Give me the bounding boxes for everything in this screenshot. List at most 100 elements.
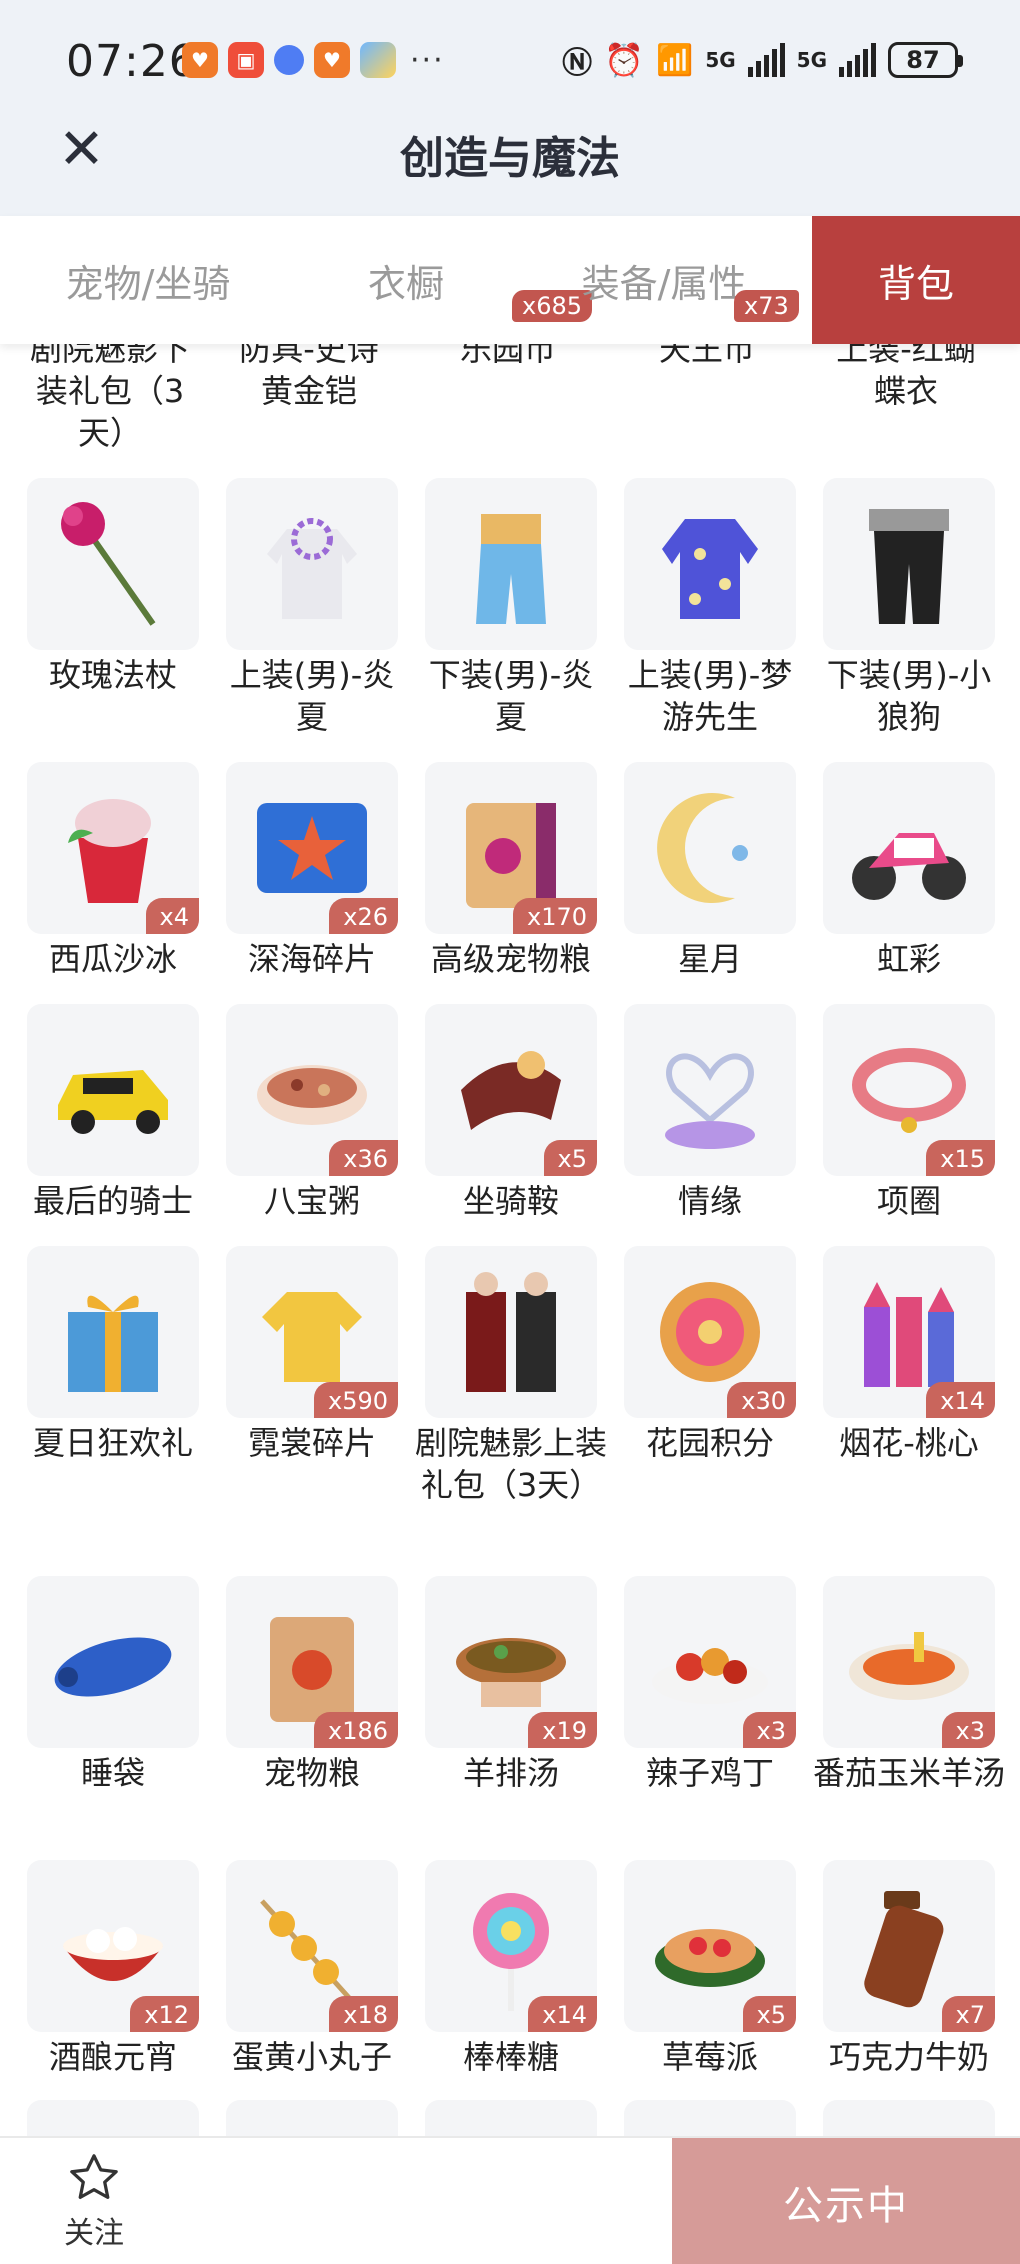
item-label: 上装(男)-梦游先生 xyxy=(627,656,793,736)
quantity-badge: x26 xyxy=(329,898,398,934)
item-label: 霓裳碎片 xyxy=(247,1424,376,1462)
inventory-item[interactable]: x26 深海碎片 xyxy=(226,762,398,980)
item-thumbnail xyxy=(624,1004,796,1176)
item-thumbnail-partial[interactable] xyxy=(624,2100,796,2136)
inventory-item[interactable]: 情缘 xyxy=(624,1004,796,1222)
signal-type-1: 5G xyxy=(705,48,736,72)
firework-icon xyxy=(864,1282,954,1387)
inventory-item[interactable]: 下装(男)-小狼狗 xyxy=(823,478,995,738)
inventory-item[interactable]: x7 巧克力牛奶 xyxy=(823,1860,995,2078)
item-thumbnail: x4 xyxy=(27,762,199,934)
inventory-item[interactable]: 下装(男)-炎夏 xyxy=(425,478,597,738)
item-thumbnail: x26 xyxy=(226,762,398,934)
label-line: 上装-红蝴 xyxy=(836,344,976,368)
item-label: 花园积分 xyxy=(645,1424,774,1462)
app-heart-icon-2: ♥ xyxy=(314,42,350,78)
tab-equipment[interactable]: 装备/属性 x73 xyxy=(516,216,812,344)
partial-item-label[interactable]: 剧院魅影下 装礼包（3 天） xyxy=(12,344,208,454)
inventory-item[interactable]: x15 项圈 xyxy=(823,1004,995,1222)
tab-label: 装备/属性 xyxy=(581,261,747,306)
item-thumbnail: x186 xyxy=(226,1576,398,1748)
quantity-badge: x5 xyxy=(742,1996,796,2032)
item-thumbnail: x170 xyxy=(425,762,597,934)
summer-bottom-icon xyxy=(476,514,546,624)
lollipop-icon xyxy=(473,1893,549,2011)
inventory-item[interactable]: x18 蛋黄小丸子 xyxy=(226,1860,398,2078)
sleeping-bag-icon xyxy=(54,1637,172,1697)
status-time: 07:26 xyxy=(66,36,198,87)
item-thumbnail xyxy=(823,762,995,934)
item-thumbnail-partial[interactable] xyxy=(425,2100,597,2136)
item-thumbnail-partial[interactable] xyxy=(226,2100,398,2136)
inventory-item[interactable]: x590 霓裳碎片 xyxy=(226,1246,398,1464)
label-line: 天王币 xyxy=(658,344,755,368)
item-thumbnail: x12 xyxy=(27,1860,199,2032)
inventory-item[interactable]: 睡袋 xyxy=(27,1576,199,1794)
item-label: 蛋黄小丸子 xyxy=(231,2038,392,2076)
app-browser-icon xyxy=(274,45,304,75)
inventory-item[interactable]: x4 西瓜沙冰 xyxy=(27,762,199,980)
item-thumbnail-partial[interactable] xyxy=(27,2100,199,2136)
inventory-item[interactable]: 虹彩 xyxy=(823,762,995,980)
tab-pets-mounts[interactable]: 宠物/坐骑 xyxy=(0,216,296,344)
app-header: ✕ 创造与魔法 xyxy=(0,120,1020,216)
wifi-icon: 📶 xyxy=(655,42,694,78)
partial-item-label[interactable]: 乐园币 xyxy=(410,344,606,370)
item-thumbnail: x14 xyxy=(823,1246,995,1418)
app-heart-icon: ♥ xyxy=(182,42,218,78)
item-label: 项圈 xyxy=(876,1182,941,1220)
tab-wardrobe[interactable]: 衣橱 x685 xyxy=(296,216,593,344)
signal-bars-2-icon xyxy=(839,43,876,77)
tab-label: 衣橱 xyxy=(367,261,444,306)
follow-button[interactable]: 关注 xyxy=(46,2150,142,2252)
motorcycle-icon xyxy=(852,833,966,900)
inventory-item[interactable]: x3 辣子鸡丁 xyxy=(624,1576,796,1794)
inventory-item[interactable]: x14 棒棒糖 xyxy=(425,1860,597,2078)
publish-status-button[interactable]: 公示中 xyxy=(672,2138,1020,2264)
tab-backpack[interactable]: 背包 xyxy=(812,216,1020,344)
inventory-item[interactable]: 剧院魅影上装礼包（3天） xyxy=(415,1246,607,1506)
inventory-item[interactable]: 上装(男)-炎夏 xyxy=(226,478,398,738)
inventory-item[interactable]: x30 花园积分 xyxy=(624,1246,796,1464)
strawberry-pie-icon xyxy=(655,1929,765,1987)
inventory-item[interactable]: x170 高级宠物粮 xyxy=(425,762,597,980)
item-label: 坐骑鞍 xyxy=(462,1182,559,1220)
item-label: 星月 xyxy=(677,940,742,978)
inventory-item[interactable]: x5 坐骑鞍 xyxy=(425,1004,597,1222)
item-thumbnail xyxy=(624,478,796,650)
signal-type-2: 5G xyxy=(796,48,827,72)
inventory-item[interactable]: 夏日狂欢礼 xyxy=(27,1246,199,1464)
quantity-badge: x36 xyxy=(329,1140,398,1176)
inventory-item[interactable]: 玫瑰法杖 xyxy=(27,478,199,696)
tab-badge: x73 xyxy=(734,290,799,322)
inventory-item[interactable]: x36 八宝粥 xyxy=(226,1004,398,1222)
quantity-badge: x14 xyxy=(926,1382,995,1418)
item-thumbnail xyxy=(823,478,995,650)
label-line: 蝶衣 xyxy=(873,372,938,410)
tab-label: 背包 xyxy=(877,261,954,306)
inventory-item[interactable]: x3 番茄玉米羊汤 xyxy=(813,1576,1005,1794)
inventory-item[interactable]: 星月 xyxy=(624,762,796,980)
inventory-item[interactable]: x186 宠物粮 xyxy=(226,1576,398,1794)
item-thumbnail xyxy=(27,1576,199,1748)
watermelon-smoothie-icon xyxy=(68,799,151,903)
item-thumbnail xyxy=(624,762,796,934)
partial-item-label[interactable]: 防具-史诗 黄金铠 xyxy=(211,344,407,412)
inventory-item[interactable]: x19 羊排汤 xyxy=(425,1576,597,1794)
item-thumbnail-partial[interactable] xyxy=(823,2100,995,2136)
item-label: 八宝粥 xyxy=(263,1182,360,1220)
item-thumbnail: x30 xyxy=(624,1246,796,1418)
item-thumbnail: x14 xyxy=(425,1860,597,2032)
inventory-item[interactable]: x12 酒酿元宵 xyxy=(27,1860,199,2078)
inventory-item[interactable]: x14 烟花-桃心 xyxy=(823,1246,995,1464)
heart-lotus-icon xyxy=(665,1053,755,1149)
quantity-badge: x15 xyxy=(926,1140,995,1176)
inventory-item[interactable]: 上装(男)-梦游先生 xyxy=(624,478,796,738)
partial-item-label[interactable]: 天王币 xyxy=(609,344,805,370)
partial-item-label[interactable]: 上装-红蝴 蝶衣 xyxy=(808,344,1004,412)
inventory-item[interactable]: 最后的骑士 xyxy=(27,1004,199,1222)
item-label: 上装(男)-炎夏 xyxy=(229,656,395,736)
item-label: 辣子鸡丁 xyxy=(645,1754,774,1792)
inventory-item[interactable]: x5 草莓派 xyxy=(624,1860,796,2078)
rice-ball-icon xyxy=(63,1927,163,1981)
